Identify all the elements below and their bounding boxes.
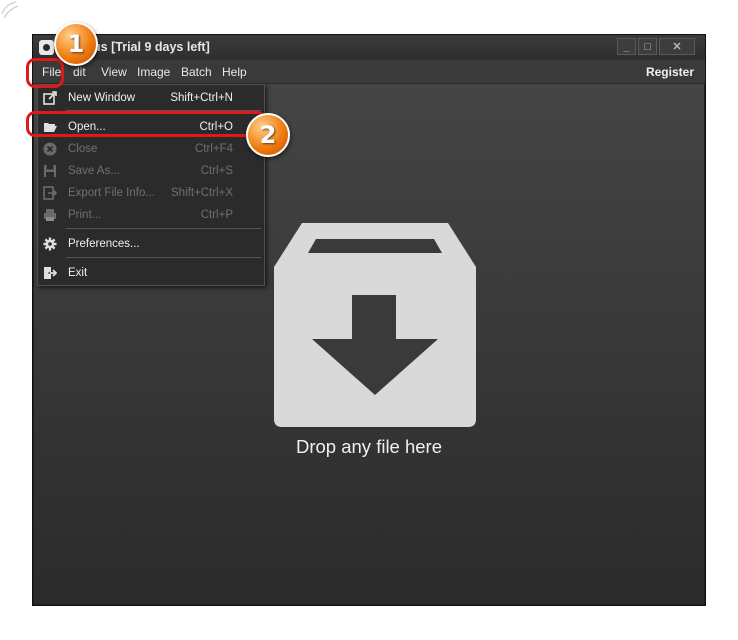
menu-edit[interactable]: dit — [73, 65, 86, 79]
menu-item-new-window[interactable]: New Window Shift+Ctrl+N — [38, 87, 264, 109]
menu-item-shortcut: Ctrl+O — [199, 121, 233, 133]
corner-flourish-decoration — [1, 1, 19, 19]
close-window-button[interactable]: ✕ — [659, 38, 695, 55]
menu-item-open[interactable]: Open... Ctrl+O — [38, 116, 264, 138]
minimize-button[interactable]: _ — [617, 38, 636, 55]
window-controls: _ □ ✕ — [617, 38, 695, 55]
menu-item-label: New Window — [68, 92, 136, 104]
menu-item-save-as[interactable]: Save As... Ctrl+S — [38, 160, 264, 182]
new-window-icon — [43, 91, 57, 105]
step1-callout-badge: 1 — [54, 22, 98, 66]
file-menu-dropdown: New Window Shift+Ctrl+N Open... Ctrl+O C… — [37, 84, 265, 286]
menu-item-shortcut: Ctrl+F4 — [194, 143, 233, 155]
menu-separator — [66, 228, 261, 229]
download-box-icon — [274, 223, 476, 427]
menu-item-shortcut: Shift+Ctrl+N — [170, 92, 233, 104]
menu-item-label: Preferences... — [68, 238, 140, 250]
menu-separator — [66, 110, 261, 111]
export-icon — [43, 186, 57, 200]
app-logo-icon — [39, 40, 54, 55]
menu-bar: File dit View Image Batch Help Register — [33, 60, 705, 84]
menu-help[interactable]: Help — [222, 65, 247, 79]
menu-separator — [66, 257, 261, 258]
floppy-icon — [44, 165, 56, 177]
menu-item-label: Print... — [68, 209, 102, 221]
title-bar[interactable]: ver Plus [Trial 9 days left] _ □ ✕ — [33, 35, 705, 60]
step2-callout-badge: 2 — [246, 113, 290, 157]
menu-item-label: Export File Info... — [68, 187, 155, 199]
printer-icon — [44, 209, 56, 221]
exit-door-icon — [44, 267, 57, 279]
menu-item-shortcut: Ctrl+S — [200, 165, 233, 177]
close-circle-icon — [43, 142, 57, 156]
gear-icon — [43, 237, 57, 251]
menu-item-close[interactable]: Close Ctrl+F4 — [38, 138, 264, 160]
maximize-button[interactable]: □ — [638, 38, 657, 55]
menu-batch[interactable]: Batch — [181, 65, 212, 79]
folder-open-icon — [44, 123, 57, 132]
menu-item-print[interactable]: Print... Ctrl+P — [38, 204, 264, 226]
menu-item-label: Exit — [68, 267, 88, 279]
menu-view[interactable]: View — [101, 65, 127, 79]
menu-item-preferences[interactable]: Preferences... — [38, 233, 264, 255]
menu-item-shortcut: Ctrl+P — [200, 209, 233, 221]
menu-item-label: Close — [68, 143, 98, 155]
menu-item-exit[interactable]: Exit — [38, 262, 264, 284]
menu-item-export-file-info[interactable]: Export File Info... Shift+Ctrl+X — [38, 182, 264, 204]
menu-item-label: Save As... — [68, 165, 120, 177]
menu-file[interactable]: File — [42, 65, 61, 79]
menu-item-shortcut: Shift+Ctrl+X — [171, 187, 233, 199]
register-link[interactable]: Register — [646, 65, 694, 79]
menu-image[interactable]: Image — [137, 65, 170, 79]
menu-item-label: Open... — [68, 121, 106, 133]
drop-zone-label: Drop any file here — [295, 436, 443, 457]
